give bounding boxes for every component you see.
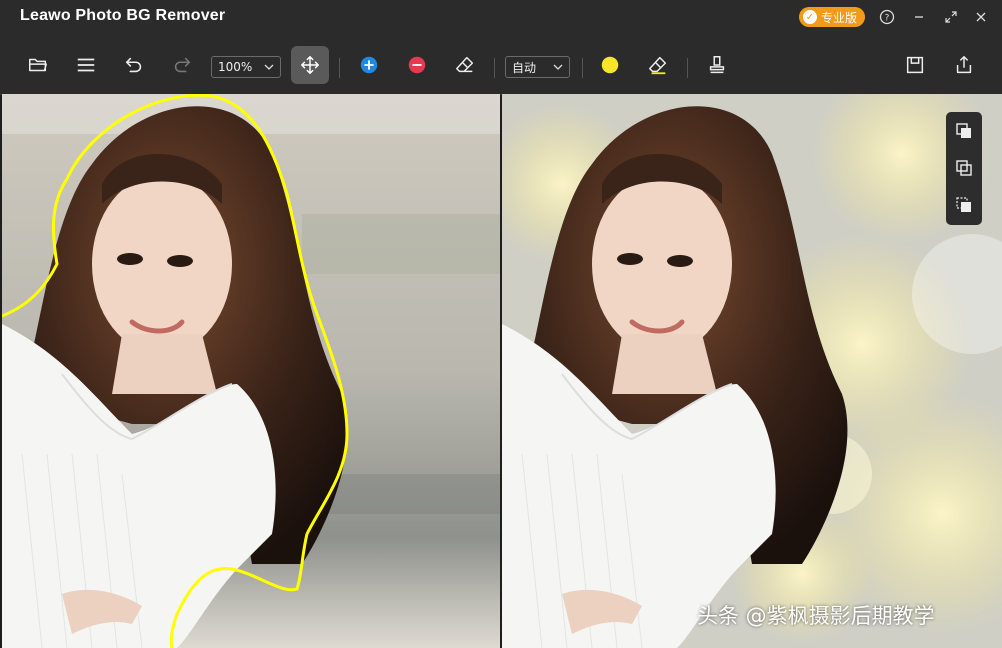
save-button[interactable] [900, 50, 930, 80]
pro-version-button[interactable]: ✓ 专业版 [799, 7, 866, 27]
restore-eraser-button[interactable] [643, 50, 673, 80]
restore-icon[interactable] [940, 6, 962, 28]
menu-button[interactable] [71, 50, 101, 80]
layer-front-icon [956, 123, 971, 138]
folder-icon [29, 58, 47, 72]
chevron-down-icon [264, 64, 274, 70]
svg-text:?: ? [885, 14, 890, 24]
mode-select[interactable]: 自动 [505, 56, 570, 78]
eraser-color-icon [649, 56, 667, 75]
remove-circle-icon [408, 56, 426, 74]
open-folder-button[interactable] [23, 50, 53, 80]
compare-view-button[interactable] [953, 120, 975, 142]
toolbar: 100% 自动 [0, 36, 1002, 95]
mode-value: 自动 [512, 60, 537, 75]
chevron-down-icon [553, 64, 563, 70]
undo-icon [125, 57, 142, 73]
redo-button[interactable] [167, 50, 197, 80]
toolbar-divider [339, 58, 340, 78]
menu-icon [77, 58, 95, 72]
move-tool-button[interactable] [291, 46, 329, 84]
close-icon[interactable] [970, 6, 992, 28]
overlay-view-button[interactable] [953, 157, 975, 179]
zoom-value: 100% [218, 60, 253, 74]
zoom-select[interactable]: 100% [211, 56, 281, 78]
transparency-icon [956, 197, 971, 212]
eraser-button[interactable] [450, 50, 480, 80]
move-icon [301, 56, 319, 74]
share-icon [956, 56, 972, 74]
minimize-icon[interactable] [908, 6, 930, 28]
view-options-panel [946, 112, 982, 225]
layer-copy-icon [956, 160, 972, 176]
redo-icon [174, 57, 191, 73]
save-icon [906, 56, 924, 74]
pro-icon: ✓ [803, 10, 817, 24]
original-photo [2, 94, 500, 648]
eraser-icon [456, 56, 474, 73]
keep-brush-button[interactable] [354, 50, 384, 80]
help-icon[interactable]: ? [876, 6, 898, 28]
brush-color-button[interactable] [595, 50, 625, 80]
result-image-canvas[interactable] [502, 94, 1002, 648]
app-title: Leawo Photo BG Remover [20, 7, 226, 24]
color-dot-icon [601, 56, 619, 74]
undo-button[interactable] [119, 50, 149, 80]
watermark-text: 头条 @紫枫摄影后期教学 [697, 604, 935, 628]
stamp-icon [709, 56, 725, 74]
toolbar-divider [494, 58, 495, 78]
toolbar-divider [582, 58, 583, 78]
export-button[interactable] [949, 50, 979, 80]
result-photo [502, 94, 1002, 648]
transparent-view-button[interactable] [953, 194, 975, 216]
remove-brush-button[interactable] [402, 50, 432, 80]
pro-label: 专业版 [821, 10, 858, 25]
add-circle-icon [360, 56, 378, 74]
title-bar: Leawo Photo BG Remover ✓ 专业版 ? [0, 0, 1002, 36]
stamp-button[interactable] [702, 50, 732, 80]
original-image-canvas[interactable] [2, 94, 500, 648]
toolbar-divider [687, 58, 688, 78]
